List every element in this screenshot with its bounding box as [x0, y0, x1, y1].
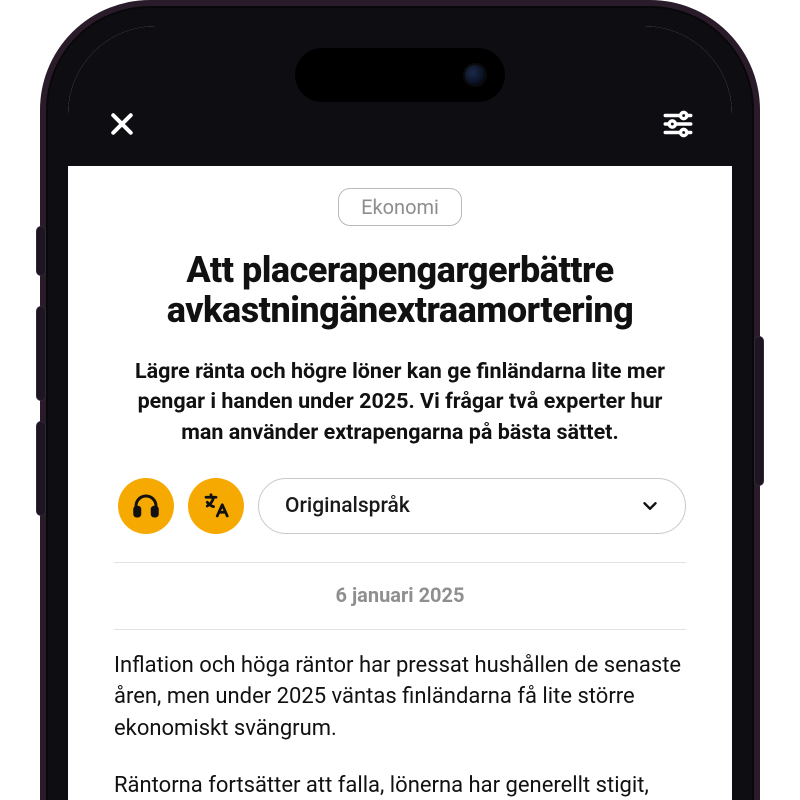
translate-button[interactable] — [188, 478, 244, 534]
phone-power-button — [754, 336, 764, 486]
language-select-label: Originalspråk — [285, 494, 410, 518]
phone-mute-switch — [36, 226, 46, 276]
article-date: 6 januari 2025 — [114, 583, 686, 607]
phone-volume-up — [36, 306, 46, 401]
article-paragraph-2: Räntorna fortsätter att falla, lönerna h… — [114, 770, 686, 800]
separator-bottom — [114, 629, 686, 630]
title-line-1: Att placerapengargerbättre — [186, 249, 613, 291]
top-bar — [68, 26, 732, 166]
translate-icon — [201, 491, 231, 521]
sliders-icon — [661, 107, 695, 141]
article-controls: Originalspråk — [118, 478, 686, 534]
headphones-icon — [131, 491, 161, 521]
article-lead: Lägre ränta och högre löner kan ge finlä… — [116, 357, 684, 449]
phone-screen: Ekonomi Att placerapengargerbättre avkas… — [68, 26, 732, 800]
phone-frame: Ekonomi Att placerapengargerbättre avkas… — [40, 0, 760, 800]
title-line-2: avkastningänextraamortering — [167, 289, 634, 331]
front-camera — [463, 63, 487, 87]
category-tag[interactable]: Ekonomi — [338, 188, 462, 226]
article-paragraph-1: Inflation och höga räntor har pressat hu… — [114, 650, 686, 744]
article-title: Att placerapengargerbättre avkastningäne… — [114, 250, 686, 331]
listen-button[interactable] — [118, 478, 174, 534]
close-icon — [107, 109, 137, 139]
dynamic-island — [295, 48, 505, 102]
settings-button[interactable] — [658, 104, 698, 144]
chevron-down-icon — [639, 495, 661, 517]
article-content: Ekonomi Att placerapengargerbättre avkas… — [68, 166, 732, 800]
language-select[interactable]: Originalspråk — [258, 478, 686, 534]
close-button[interactable] — [102, 104, 142, 144]
phone-volume-down — [36, 421, 46, 516]
separator-top — [114, 562, 686, 563]
